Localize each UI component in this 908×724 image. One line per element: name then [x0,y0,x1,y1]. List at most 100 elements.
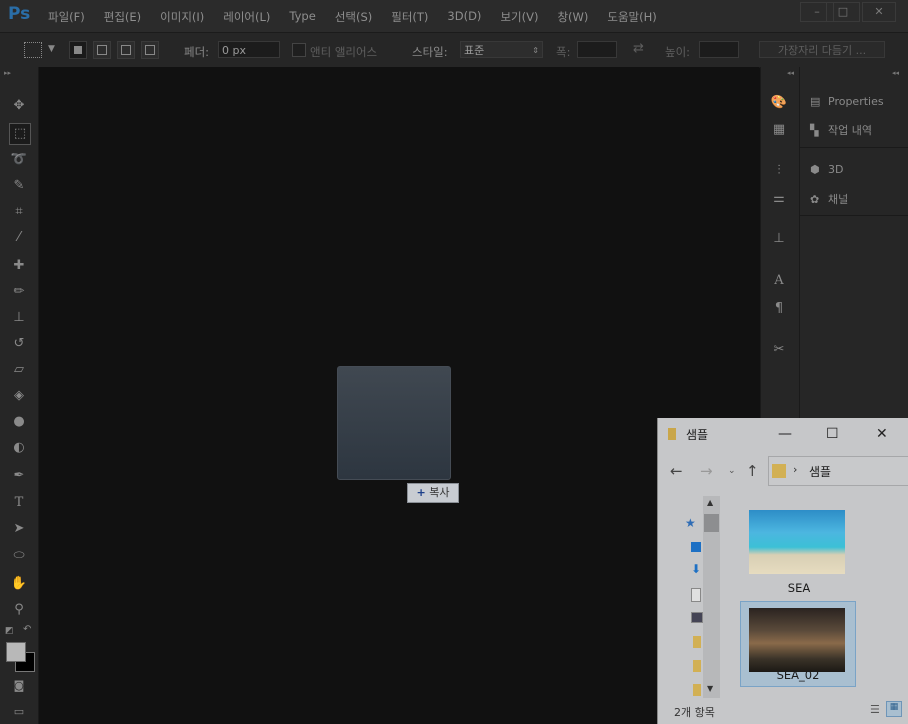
brush-tool-icon[interactable]: ✏ [9,282,29,302]
collapse-icon[interactable]: ▸▸ [4,69,11,77]
quick-select-tool-icon[interactable]: ✎ [9,176,29,196]
drag-copy-tooltip: + 복사 [407,483,459,503]
width-input[interactable] [577,41,617,58]
file-item-selected[interactable]: SEA_02 [740,601,856,687]
blur-tool-icon[interactable]: ● [9,412,29,432]
color-panel-icon[interactable]: 🎨 [768,94,790,112]
menu-type[interactable]: Type [289,9,315,25]
history-brush-tool-icon[interactable]: ↺ [9,334,29,354]
screen-mode-icon[interactable]: ▭ [9,702,29,722]
intersect-selection-button[interactable] [141,41,159,59]
pen-tool-icon[interactable]: ✒ [9,466,29,486]
dragged-file-thumbnail [337,366,451,480]
forward-icon[interactable]: → [700,462,713,480]
history-panel-tab[interactable]: ▚ 작업 내역 [810,122,872,140]
quick-access-icon[interactable]: ★ [685,516,696,530]
menu-image[interactable]: 이미지(I) [160,9,204,25]
channels-panel-tab[interactable]: ✿ 채널 [810,191,848,209]
back-icon[interactable]: ← [670,462,683,480]
swap-icon[interactable]: ⇄ [633,41,644,56]
file-item[interactable]: SEA [744,504,854,595]
quick-mask-icon[interactable]: ◙ [9,676,29,696]
properties-panel-tab[interactable]: ▤ Properties [810,95,884,113]
documents-icon[interactable] [691,588,701,602]
feather-input[interactable]: 0 px [218,41,280,58]
close-button[interactable]: ✕ [862,2,896,22]
collapse-icon[interactable]: ◂◂ [787,69,794,77]
menu-window[interactable]: 창(W) [557,9,588,25]
explorer-close-button[interactable]: ✕ [876,426,888,442]
subtract-selection-button[interactable] [117,41,135,59]
properties-label: Properties [828,95,884,108]
zoom-tool-icon[interactable]: ⚲ [9,600,29,620]
up-icon[interactable]: ↑ [746,462,759,480]
healing-brush-tool-icon[interactable]: ✚ [9,256,29,276]
scroll-thumb[interactable] [704,514,719,532]
dodge-tool-icon[interactable]: ◐ [9,438,29,458]
recent-chevron-icon[interactable]: ⌄ [728,466,736,476]
history-label: 작업 내역 [828,124,872,137]
type-tool-icon[interactable]: T [9,493,29,513]
swatches-panel-icon[interactable]: ▦ [768,121,790,139]
character-panel-icon[interactable]: A [768,272,790,290]
menu-view[interactable]: 보기(V) [500,9,538,25]
crop-tool-icon[interactable]: ⌗ [9,202,29,222]
large-icons-view-icon[interactable]: ▦ [886,701,902,717]
menu-file[interactable]: 파일(F) [48,9,85,25]
options-bar: ▼ 페더: 0 px 앤티 앨리어스 스타일: 표준 ⇕ 폭: ⇄ 높이: 가장… [0,32,908,68]
desktop-icon[interactable] [691,542,701,552]
menu-bar: Ps 파일(F) 편집(E) 이미지(I) 레이어(L) Type 선택(S) … [0,0,908,32]
path-select-tool-icon[interactable]: ➤ [9,519,29,539]
pictures-icon[interactable] [691,612,703,623]
brushes-panel-icon[interactable]: ⫶ [768,162,790,180]
move-tool-icon[interactable]: ✥ [9,96,29,116]
menu-3d[interactable]: 3D(D) [447,9,481,25]
address-bar[interactable]: › 샘플 [768,456,908,486]
explorer-minimize-button[interactable]: — [778,426,792,442]
collapse-icon[interactable]: ◂◂ [892,69,899,77]
tool-presets-icon[interactable]: ✂ [768,341,790,359]
height-input[interactable] [699,41,739,58]
folder-icon[interactable] [693,684,701,696]
eraser-tool-icon[interactable]: ▱ [9,360,29,380]
lasso-tool-icon[interactable]: ➰ [9,150,29,170]
3d-panel-tab[interactable]: ⬢ 3D [810,163,843,181]
marquee-tool-icon[interactable]: ⬚ [9,123,31,145]
menu-help[interactable]: 도움말(H) [607,9,656,25]
breadcrumb-chevron-icon: › [793,463,798,476]
folder-icon[interactable] [693,636,701,648]
folder-icon[interactable] [693,660,701,672]
paint-bucket-tool-icon[interactable]: ◈ [9,386,29,406]
main-menu: 파일(F) 편집(E) 이미지(I) 레이어(L) Type 선택(S) 필터(… [48,9,676,25]
layer-comps-icon[interactable]: ⊥ [768,230,790,248]
hand-tool-icon[interactable]: ✋ [9,574,29,594]
menu-layer[interactable]: 레이어(L) [223,9,270,25]
foreground-color-swatch[interactable] [6,642,26,662]
ellipse-tool-icon[interactable]: ⬭ [9,546,29,566]
nav-scrollbar[interactable]: ▲ ▼ [703,496,720,698]
scroll-up-icon[interactable]: ▲ [707,498,713,507]
swap-colors-icon[interactable]: ↶ [23,624,31,635]
marquee-preset-icon[interactable] [24,42,42,58]
scroll-down-icon[interactable]: ▼ [707,684,713,693]
paragraph-panel-icon[interactable]: ¶ [768,300,790,318]
folder-icon [772,464,786,478]
menu-select[interactable]: 선택(S) [335,9,372,25]
chevron-down-icon[interactable]: ▼ [48,44,55,54]
menu-edit[interactable]: 편집(E) [104,9,141,25]
refine-edge-button[interactable]: 가장자리 다듬기 ... [759,41,885,58]
add-selection-button[interactable] [93,41,111,59]
downloads-icon[interactable]: ⬇ [691,562,701,576]
details-view-icon[interactable]: ☰ [870,703,880,716]
new-selection-button[interactable] [69,41,87,59]
default-colors-icon[interactable]: ◩ [5,626,14,636]
explorer-maximize-button[interactable]: ☐ [826,426,839,442]
copy-label: 복사 [429,486,450,499]
menu-filter[interactable]: 필터(T) [391,9,428,25]
antialias-checkbox[interactable] [292,43,306,57]
stamp-tool-icon[interactable]: ⊥ [9,308,29,328]
adjustments-panel-icon[interactable]: ⚌ [768,190,790,208]
maximize-button[interactable]: □ [826,2,860,22]
style-select[interactable]: 표준 ⇕ [460,41,543,58]
eyedropper-tool-icon[interactable]: ⁄ [9,228,29,248]
